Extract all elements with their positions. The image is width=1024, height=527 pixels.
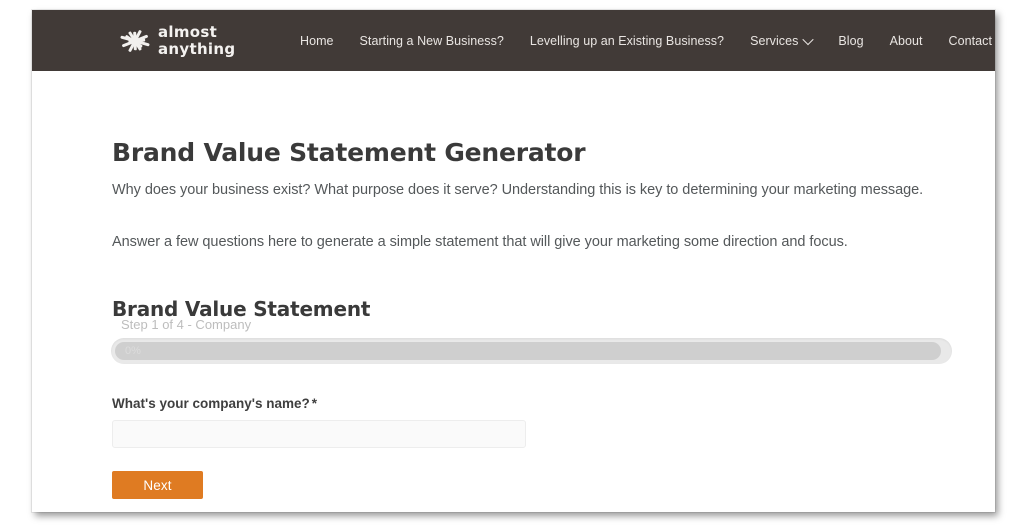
starburst-logo-icon	[114, 23, 156, 59]
intro-paragraph-2: Answer a few questions here to generate …	[112, 234, 848, 250]
nav-item-starting-a-new-business-label: Starting a New Business?	[359, 33, 504, 48]
nav-item-levelling-up-an-existing-business[interactable]: Levelling up an Existing Business?	[517, 34, 737, 48]
next-button[interactable]: Next	[112, 471, 203, 499]
nav-item-about[interactable]: About	[877, 34, 936, 48]
progress-percent-label: 0%	[125, 344, 141, 357]
nav-item-contact-label: Contact	[948, 33, 992, 48]
progress-bar-fill: 0%	[115, 342, 941, 360]
nav-item-home-label: Home	[300, 33, 334, 48]
logo-wordmark: almost anything	[158, 25, 235, 57]
page-content: Brand Value Statement Generator Why does…	[32, 71, 995, 512]
nav-item-blog[interactable]: Blog	[825, 34, 876, 48]
nav-item-levelling-up-an-existing-business-label: Levelling up an Existing Business?	[529, 33, 725, 48]
main-navigation: Home Starting a New Business? Levelling …	[287, 10, 995, 71]
nav-item-services-label: Services	[750, 33, 799, 48]
browser-page-card: almost anything Home Starting a New Busi…	[32, 10, 995, 512]
site-header: almost anything Home Starting a New Busi…	[32, 10, 995, 71]
page-title: Brand Value Statement Generator	[112, 137, 586, 167]
company-name-label-text: What's your company's name?	[112, 396, 310, 411]
logo-line-1: almost	[158, 23, 218, 41]
nav-item-home[interactable]: Home	[287, 34, 347, 48]
nav-item-starting-a-new-business[interactable]: Starting a New Business?	[347, 34, 517, 48]
required-marker: *	[311, 396, 317, 411]
nav-item-blog-label: Blog	[838, 33, 864, 48]
nav-item-services[interactable]: Services	[737, 33, 825, 48]
company-name-label: What's your company's name? *	[112, 396, 317, 411]
nav-item-about-label: About	[889, 33, 923, 48]
form-step-indicator: Step 1 of 4 - Company	[121, 317, 252, 332]
site-logo[interactable]: almost anything	[114, 21, 244, 61]
logo-line-2: anything	[158, 40, 236, 58]
screenshot-root: almost anything Home Starting a New Busi…	[0, 0, 1024, 527]
intro-paragraph-1: Why does your business exist? What purpo…	[112, 182, 924, 198]
progress-bar-track: 0%	[111, 338, 952, 364]
chevron-down-icon	[802, 33, 815, 45]
company-name-input[interactable]	[112, 420, 526, 448]
nav-item-contact[interactable]: Contact	[936, 34, 995, 48]
